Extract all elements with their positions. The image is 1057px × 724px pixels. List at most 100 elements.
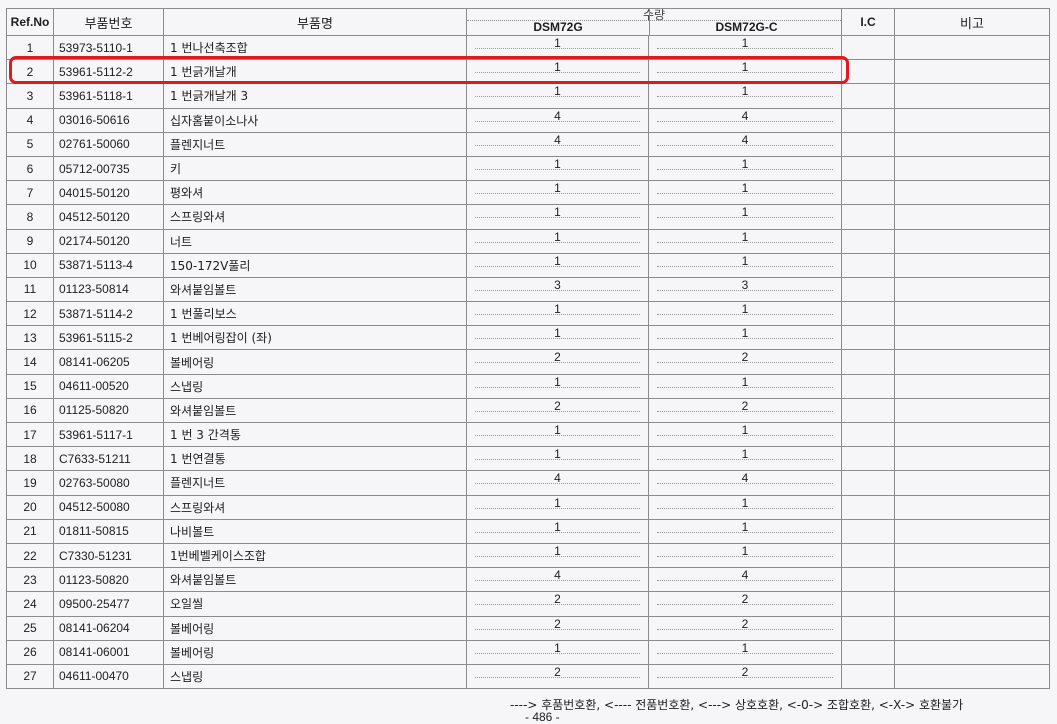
table-row: 24 09500-25477 오일씰 2 2 (6, 591, 1050, 617)
row-qty-dsm72g-c-value: 1 (741, 447, 749, 462)
row-qty-dsm72g-c: 1 (648, 252, 842, 278)
row-remarks (894, 446, 1050, 472)
row-part-no: 01123-50814 (53, 276, 164, 303)
row-qty-dsm72g-value: 4 (554, 568, 561, 583)
row-part-name: 키 (163, 155, 467, 182)
row-qty-dsm72g-c: 3 (648, 276, 842, 303)
row-part-no: 02761-50060 (53, 131, 164, 157)
row-remarks (894, 34, 1050, 61)
row-qty-dsm72g-c-value: 1 (741, 181, 749, 196)
row-qty-dsm72g-c-value: 2 (741, 592, 749, 607)
header-ref-no: Ref.No (6, 8, 54, 36)
row-part-name: 스냅링 (163, 373, 467, 399)
row-qty-dsm72g-c-value: 4 (741, 471, 749, 486)
row-ic (841, 567, 895, 593)
row-qty-dsm72g-c: 1 (648, 83, 842, 109)
row-remarks (894, 518, 1050, 544)
row-remarks (894, 204, 1050, 230)
row-ic (841, 615, 895, 641)
row-part-no: 02763-50080 (53, 470, 164, 496)
row-ref-no: 24 (6, 591, 54, 617)
row-qty-dsm72g-c-value: 1 (741, 205, 749, 220)
row-qty-dsm72g-value: 1 (554, 374, 561, 389)
row-ref-no: 22 (6, 542, 54, 569)
row-remarks (894, 155, 1050, 182)
row-qty-dsm72g-c-value: 1 (741, 60, 749, 75)
row-qty-dsm72g: 1 (466, 446, 649, 472)
row-qty-dsm72g: 2 (466, 397, 649, 424)
row-qty-dsm72g-value: 4 (554, 132, 561, 147)
row-part-no: 02174-50120 (53, 228, 164, 254)
row-part-name: 1 번긁개날개 3 (163, 83, 467, 109)
row-part-no: 53961-5117-1 (53, 421, 164, 448)
row-part-name: 1 번베어링잡이 (좌) (163, 325, 467, 351)
row-qty-dsm72g-c: 1 (648, 421, 842, 448)
header-model-dsm72g: DSM72G (468, 9, 650, 35)
row-qty-dsm72g-c-value: 1 (741, 519, 749, 534)
row-qty-dsm72g-c: 4 (648, 470, 842, 496)
row-qty-dsm72g-c: 1 (648, 228, 842, 254)
row-remarks (894, 276, 1050, 303)
row-qty-dsm72g-c-value: 1 (741, 84, 749, 99)
row-qty-dsm72g-value: 2 (554, 616, 561, 631)
row-part-no: 09500-25477 (53, 591, 164, 617)
row-qty-dsm72g-c: 2 (648, 591, 842, 617)
row-part-no: 04611-00470 (53, 663, 164, 690)
row-ref-no: 19 (6, 470, 54, 496)
row-qty-dsm72g: 1 (466, 518, 649, 544)
row-qty-dsm72g-c: 4 (648, 131, 842, 157)
row-part-name: 와셔붙임볼트 (163, 567, 467, 593)
row-qty-dsm72g-c: 1 (648, 180, 842, 206)
row-part-no: 53961-5118-1 (53, 83, 164, 109)
table-row: 14 08141-06205 볼베어링 2 2 (6, 349, 1050, 375)
row-part-no: 53871-5113-4 (53, 252, 164, 278)
row-qty-dsm72g-c-value: 1 (741, 156, 749, 171)
row-ic (841, 34, 895, 61)
row-qty-dsm72g-c-value: 1 (741, 640, 749, 655)
row-part-no: 04015-50120 (53, 180, 164, 206)
row-qty-dsm72g: 1 (466, 155, 649, 182)
row-qty-dsm72g-value: 4 (554, 471, 561, 486)
row-remarks (894, 421, 1050, 448)
row-ref-no: 9 (6, 228, 54, 254)
row-ref-no: 1 (6, 34, 54, 61)
row-part-name: 1 번연결통 (163, 446, 467, 472)
row-qty-dsm72g-c-value: 2 (741, 616, 749, 631)
row-part-name: 볼베어링 (163, 639, 467, 665)
row-qty-dsm72g-value: 1 (554, 205, 561, 220)
row-part-no: C7330-51231 (53, 542, 164, 569)
row-ic (841, 252, 895, 278)
row-part-no: 53961-5112-2 (53, 59, 164, 85)
row-part-name: 나비볼트 (163, 518, 467, 544)
row-qty-dsm72g-c: 1 (648, 494, 842, 520)
row-qty-dsm72g: 3 (466, 276, 649, 303)
row-ic (841, 663, 895, 690)
row-part-name: 스프링와셔 (163, 494, 467, 520)
row-qty-dsm72g-c: 1 (648, 204, 842, 230)
row-ic (841, 446, 895, 472)
table-row: 12 53871-5114-2 1 번풀리보스 1 1 (6, 301, 1050, 327)
row-qty-dsm72g: 1 (466, 542, 649, 569)
table-row: 3 53961-5118-1 1 번긁개날개 3 1 1 (6, 83, 1050, 109)
row-qty-dsm72g: 2 (466, 663, 649, 690)
header-part-name: 부품명 (163, 8, 467, 36)
row-qty-dsm72g-c: 1 (648, 639, 842, 665)
row-qty-dsm72g-value: 1 (554, 543, 561, 558)
row-qty-dsm72g-c: 1 (648, 155, 842, 182)
row-qty-dsm72g-value: 1 (554, 519, 561, 534)
row-part-no: 01123-50820 (53, 567, 164, 593)
row-remarks (894, 397, 1050, 424)
row-part-name: 1 번나선축조합 (163, 34, 467, 61)
row-qty-dsm72g-c: 1 (648, 542, 842, 569)
row-ic (841, 494, 895, 520)
table-row: 4 03016-50616 십자홈붙이소나사 4 4 (6, 107, 1050, 133)
row-part-no: 04512-50120 (53, 204, 164, 230)
table-row: 26 08141-06001 볼베어링 1 1 (6, 639, 1050, 665)
row-ref-no: 20 (6, 494, 54, 520)
row-part-name: 와셔붙임볼트 (163, 276, 467, 303)
table-row: 6 05712-00735 키 1 1 (6, 155, 1050, 182)
row-qty-dsm72g-c: 2 (648, 663, 842, 690)
row-part-no: 08141-06001 (53, 639, 164, 665)
row-remarks (894, 470, 1050, 496)
row-part-no: 01125-50820 (53, 397, 164, 424)
